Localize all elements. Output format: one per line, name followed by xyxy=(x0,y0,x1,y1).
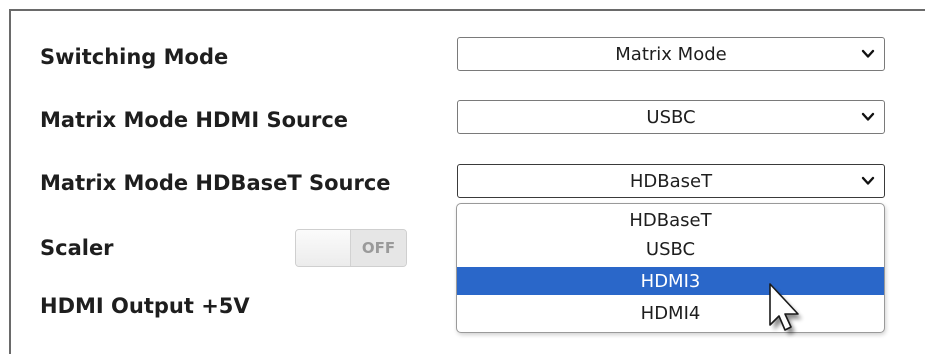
hdmi-source-select[interactable]: USBC xyxy=(457,100,885,134)
chevron-down-icon xyxy=(861,112,875,121)
scaler-toggle[interactable]: OFF xyxy=(295,229,407,267)
dropdown-option-hdmi3[interactable]: HDMI3 xyxy=(457,267,884,295)
chevron-down-icon xyxy=(861,49,875,58)
hdbaset-source-select[interactable]: HDBaseT xyxy=(457,164,885,198)
dropdown-option-hdmi4[interactable]: HDMI4 xyxy=(457,301,884,326)
hdbaset-source-dropdown: HDBaseT USBC HDMI3 HDMI4 xyxy=(456,203,885,333)
scaler-label: Scaler xyxy=(40,236,114,260)
dropdown-option-hdbaset[interactable]: HDBaseT xyxy=(457,208,884,233)
chevron-down-icon xyxy=(861,176,875,185)
switching-mode-select[interactable]: Matrix Mode xyxy=(457,37,885,71)
mouse-pointer-icon xyxy=(769,283,802,335)
switching-mode-label: Switching Mode xyxy=(40,45,229,69)
dropdown-option-usbc[interactable]: USBC xyxy=(457,237,884,262)
hdbaset-source-label: Matrix Mode HDBaseT Source xyxy=(40,171,391,195)
switching-mode-value: Matrix Mode xyxy=(615,43,727,65)
hdmi-output-5v-label: HDMI Output +5V xyxy=(40,294,250,318)
hdmi-source-value: USBC xyxy=(646,106,696,128)
toggle-knob xyxy=(296,230,351,266)
hdmi-source-label: Matrix Mode HDMI Source xyxy=(40,108,349,132)
toggle-state-label: OFF xyxy=(351,230,406,266)
hdbaset-source-value: HDBaseT xyxy=(629,170,713,192)
